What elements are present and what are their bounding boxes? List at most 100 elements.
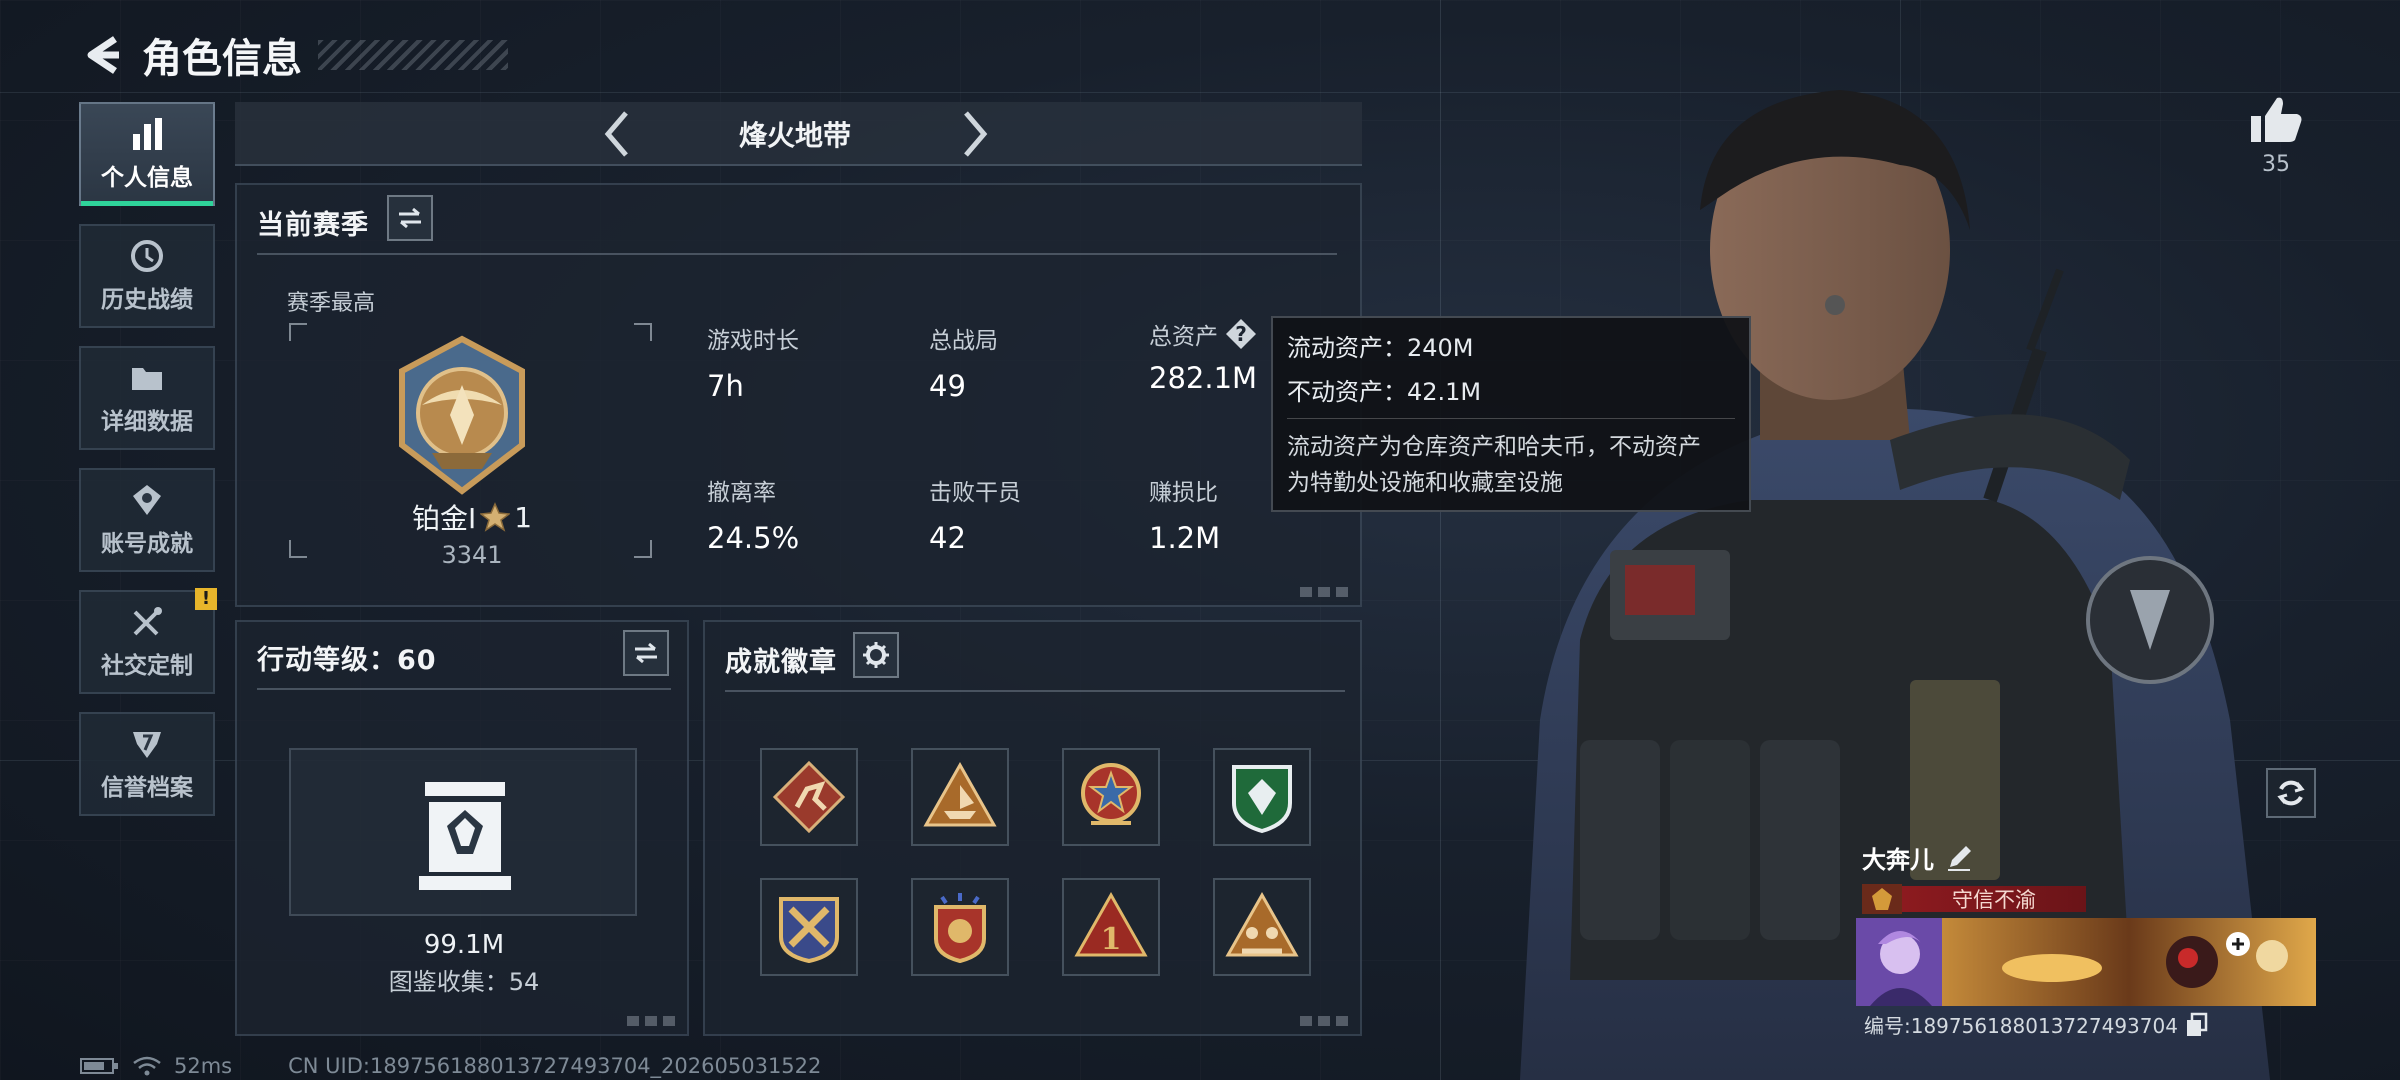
achievement-badge[interactable]: [911, 748, 1009, 846]
active-indicator: [81, 201, 213, 206]
tooltip-divider: [1287, 418, 1735, 419]
tooltip-fixed-assets: 不动资产：42.1M: [1287, 378, 1482, 406]
rotate-view-button[interactable]: [2266, 768, 2316, 818]
badge-triangle-ship-icon: [923, 761, 997, 827]
achievement-badge[interactable]: [760, 878, 858, 976]
season-switch-button[interactable]: [387, 195, 433, 241]
nav-tab-social-customization[interactable]: 社交定制 !: [79, 588, 217, 694]
panel-decoration: [1300, 587, 1350, 597]
badge-triangle-squad-icon: [1225, 891, 1299, 957]
nav-label: 账号成就: [101, 531, 193, 557]
achievement-badge[interactable]: [760, 748, 858, 846]
collection-count: 图鉴收集：54: [388, 968, 540, 996]
nav-tab-detailed-data[interactable]: 详细数据: [79, 346, 215, 450]
stat-value: 282.1M: [1149, 361, 1258, 395]
tooltip-liquid-assets: 流动资产：240M: [1287, 334, 1474, 362]
player-id-row: 编号:1897561880137274937​04: [1864, 1010, 2210, 1039]
rank-name: 铂金Ⅰ: [411, 502, 477, 535]
stat-value: 1.2M: [1149, 521, 1221, 555]
rank-line: 铂金Ⅰ 1: [397, 497, 547, 537]
nav-tab-account-achievements[interactable]: 账号成就: [79, 468, 215, 572]
uid-text: CN UID:189756188013727493704_20260503152…: [288, 1054, 822, 1078]
copy-id-button[interactable]: [2184, 1012, 2210, 1038]
svg-text:?: ?: [1235, 322, 1247, 346]
name-card-art: [1942, 918, 2316, 1006]
nav-label: 历史战绩: [101, 287, 193, 313]
ping-value: 52ms: [174, 1054, 233, 1078]
frame-corner: [289, 323, 307, 341]
page-title: 角色信息: [142, 36, 302, 82]
history-clock-icon: [131, 240, 163, 272]
pencil-icon: [1948, 845, 1971, 871]
nav-label: 详细数据: [101, 409, 193, 435]
like-count: 35: [2262, 152, 2290, 177]
platinum-rank-emblem: [399, 335, 525, 495]
chevron-right-icon: [964, 111, 988, 157]
back-arrow-icon: [87, 36, 119, 74]
nav-tab-reputation-record[interactable]: 信誉档案: [79, 712, 215, 816]
player-card-banner[interactable]: [1856, 918, 2316, 1006]
season-best-label: 赛季最高: [287, 291, 376, 316]
achievement-badge[interactable]: [1213, 878, 1311, 976]
badge-crossed-hammers-icon: [779, 897, 839, 964]
divider: [257, 688, 671, 690]
svg-text:1: 1: [1101, 922, 1122, 957]
stat-play-time: 游戏时长 7h: [707, 321, 799, 403]
tooltip-desc-line-1: 流动资产为仓库资产和哈夫币，不动资产: [1287, 434, 1701, 460]
mode-prev-button[interactable]: [592, 108, 642, 160]
status-bar: 52ms CN UID:189756188013727493704_202605…: [80, 1054, 821, 1078]
achievement-badge[interactable]: [911, 878, 1009, 976]
mode-next-button[interactable]: [950, 108, 1000, 160]
achievement-badges-panel: 成就徽章 1: [703, 620, 1362, 1036]
achievement-badge[interactable]: [1213, 748, 1311, 846]
wifi-icon: [133, 1056, 161, 1076]
collection-value: 99.1M: [423, 930, 505, 960]
action-level-switch-button[interactable]: [623, 630, 669, 676]
badge-triangle-number-one-icon: 1: [1074, 891, 1148, 957]
gear-icon: [863, 642, 889, 668]
stat-label: 撤离率: [707, 480, 776, 506]
stat-profit-loss-ratio: 赚损比 1.2M: [1149, 473, 1220, 555]
nav-label: 社交定制: [101, 653, 193, 679]
action-level-panel: 行动等级：60 99.1M 图鉴收集：54: [235, 620, 689, 1036]
mode-name: 烽火地带: [738, 119, 851, 152]
title-decoration: [318, 40, 508, 70]
nav-tab-personal-info[interactable]: 个人信息: [79, 102, 215, 206]
stat-value: 7h: [707, 369, 744, 403]
tools-wrench-icon: [133, 607, 162, 636]
copy-icon: [2186, 1012, 2208, 1036]
player-title-bar: 守信不渝: [1862, 884, 2086, 914]
stat-value: 42: [929, 521, 966, 555]
edit-name-button[interactable]: [1944, 843, 1974, 873]
tooltip-desc-line-2: 为特勤处设施和收藏室设施: [1287, 470, 1563, 496]
add-card-button[interactable]: [2226, 932, 2250, 956]
question-icon: ?: [1226, 319, 1256, 349]
player-title: 守信不渝: [1952, 888, 2036, 912]
achievements-settings-button[interactable]: [853, 632, 899, 678]
reputation-shield-icon: [133, 732, 161, 758]
achievement-badge[interactable]: [1062, 748, 1160, 846]
back-button[interactable]: [80, 33, 124, 77]
bar-chart-icon: [133, 118, 162, 150]
stat-total-assets: 总资产 ? 282.1M: [1149, 317, 1258, 395]
badge-green-shield-icon: [1232, 765, 1292, 834]
mode-selector-bar: 烽火地带: [235, 102, 1362, 166]
refresh-icon: [2277, 780, 2305, 806]
rank-stars: 1: [514, 500, 533, 534]
title-emblem-icon: [1862, 884, 1902, 914]
thumbs-up-icon: [2251, 97, 2302, 142]
achievement-badge[interactable]: 1: [1062, 878, 1160, 976]
stat-label: 总资产: [1149, 324, 1218, 350]
frame-corner: [634, 540, 652, 558]
collection-case-icon: [419, 782, 511, 890]
stat-value: 24.5%: [707, 521, 800, 555]
like-button[interactable]: 35: [2246, 94, 2306, 177]
player-name-row: 大奔儿: [1862, 840, 1974, 875]
plus-icon: [2232, 938, 2244, 950]
nav-tab-match-history[interactable]: 历史战绩: [79, 224, 215, 328]
panel-decoration: [627, 1016, 677, 1026]
stat-label: 总战局: [929, 328, 998, 354]
help-button[interactable]: ?: [1224, 317, 1258, 351]
stat-label: 赚损比: [1149, 480, 1218, 506]
player-id: 编号:1897561880137274937​04: [1864, 1014, 2178, 1038]
